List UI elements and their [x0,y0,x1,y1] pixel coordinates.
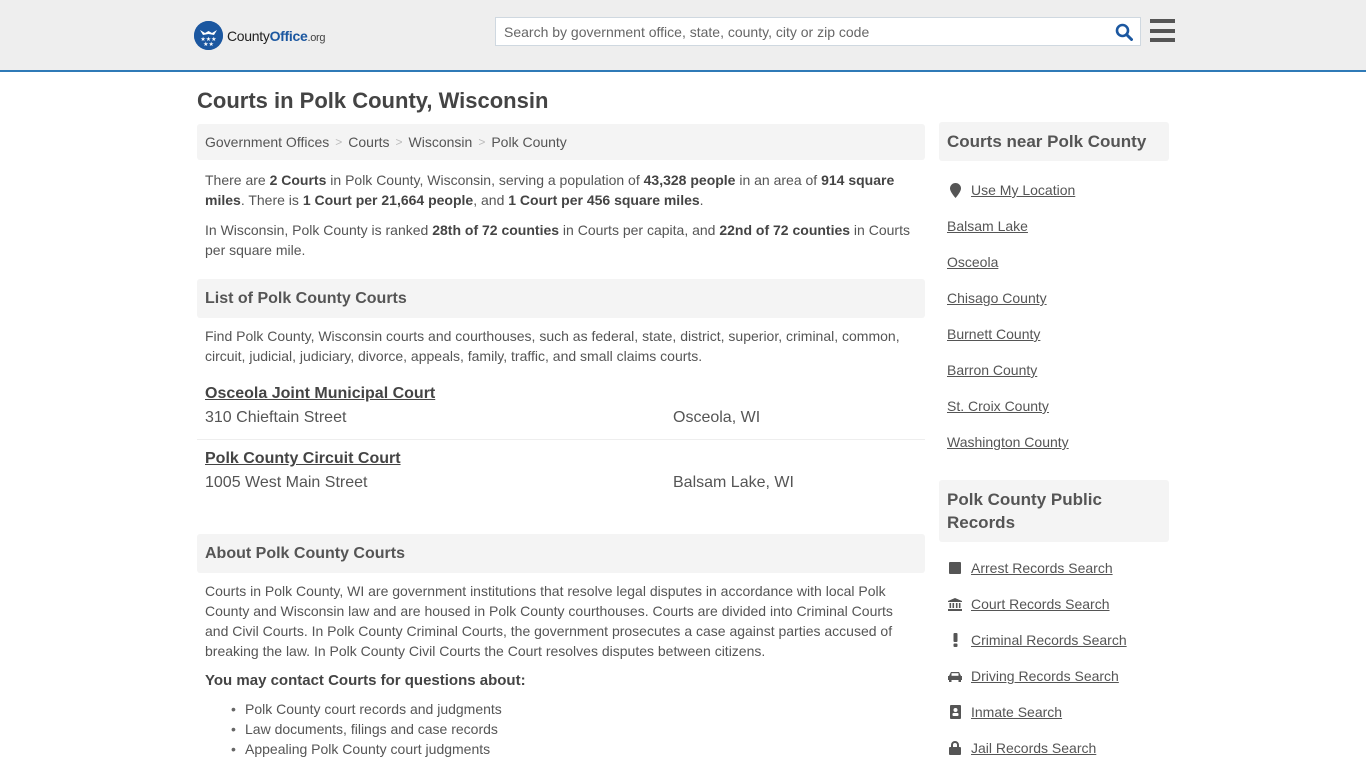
about-section-heading: About Polk County Courts [197,534,925,573]
highlight-stat: 1 Court per 456 square miles [508,192,700,208]
breadcrumb-wisconsin[interactable]: Wisconsin [409,134,473,150]
nearby-link-balsam-lake[interactable]: Balsam Lake [947,208,1161,244]
jail-records-link[interactable]: Jail Records Search [947,730,1161,766]
breadcrumb-courts[interactable]: Courts [348,134,389,150]
highlight-stat: 2 Courts [269,172,327,188]
court-list-item: Polk County Circuit Court 1005 West Main… [197,449,925,493]
courthouse-icon [947,597,963,611]
nearby-list: Use My Location Balsam Lake Osceola Chis… [939,172,1169,460]
exclamation-icon [947,633,963,647]
criminal-records-link[interactable]: Criminal Records Search [947,622,1161,658]
breadcrumb: Government Offices > Courts > Wisconsin … [197,124,925,160]
contact-list-item: Appealing Polk County court judgments [231,739,925,759]
link-label: Inmate Search [971,704,1063,720]
search-button[interactable] [1108,18,1140,45]
court-street: 310 Chieftain Street [205,409,347,426]
main-content: Government Offices > Courts > Wisconsin … [197,124,925,759]
link-label: Jail Records Search [971,740,1097,756]
court-list-item: Osceola Joint Municipal Court 310 Chieft… [197,384,925,428]
search-input[interactable] [496,18,1108,45]
court-street: 1005 West Main Street [205,474,368,491]
site-logo[interactable]: ★★★ ★★ CountyOffice.org [194,21,326,50]
breadcrumb-polk-county[interactable]: Polk County [491,134,566,150]
text-run: , and [473,192,509,208]
nearby-link-st-croix-county[interactable]: St. Croix County [947,388,1161,424]
contact-list-item: Law documents, filings and case records [231,719,925,739]
highlight-stat: 28th of 72 counties [432,222,560,238]
breadcrumb-separator: > [478,135,486,149]
breadcrumb-separator: > [335,135,343,149]
link-label: Driving Records Search [971,668,1119,684]
hamburger-menu-icon[interactable] [1150,19,1175,42]
text-run: in an area of [735,172,822,188]
link-label: Criminal Records Search [971,632,1127,648]
svg-text:★★: ★★ [203,41,214,48]
contact-list: Polk County court records and judgments … [197,699,925,759]
text-run: . [699,192,704,208]
ranking-paragraph: In Wisconsin, Polk County is ranked 28th… [197,220,925,260]
highlight-stat: 22nd of 72 counties [719,222,851,238]
site-header: ★★★ ★★ CountyOffice.org [0,0,1366,72]
arrest-records-link[interactable]: Arrest Records Search [947,550,1161,586]
nearby-link-burnett-county[interactable]: Burnett County [947,316,1161,352]
highlight-stat: 43,328 people [643,172,736,188]
court-city: Osceola, WI [673,409,761,426]
use-my-location-label: Use My Location [971,182,1076,198]
nearby-link-osceola[interactable]: Osceola [947,244,1161,280]
inmate-search-link[interactable]: Inmate Search [947,694,1161,730]
text-run: in Courts per capita, and [559,222,720,238]
map-marker-icon [947,182,963,198]
list-section-heading: List of Polk County Courts [197,279,925,318]
nearby-link-barron-county[interactable]: Barron County [947,352,1161,388]
list-intro-text: Find Polk County, Wisconsin courts and c… [205,328,900,364]
text-run: There are [205,172,270,188]
page-title: Courts in Polk County, Wisconsin [197,88,549,113]
summary-paragraph: There are 2 Courts in Polk County, Wisco… [197,170,925,210]
contact-list-item: Polk County court records and judgments [231,699,925,719]
court-name-link[interactable]: Osceola Joint Municipal Court [205,384,435,404]
divider [197,439,925,440]
id-badge-icon [947,705,963,719]
car-icon [947,671,963,682]
link-label: Court Records Search [971,596,1110,612]
records-list: Arrest Records Search Court Records Sear… [939,550,1169,766]
nearby-link-washington-county[interactable]: Washington County [947,424,1161,460]
nearby-link-chisago-county[interactable]: Chisago County [947,280,1161,316]
link-label: Arrest Records Search [971,560,1113,576]
driving-records-link[interactable]: Driving Records Search [947,658,1161,694]
text-run: . There is [240,192,303,208]
logo-eagle-icon: ★★★ ★★ [194,21,223,50]
breadcrumb-government-offices[interactable]: Government Offices [205,134,329,150]
search-icon [1115,23,1133,41]
sidebar: Courts near Polk County Use My Location … [939,122,1169,766]
use-my-location-link[interactable]: Use My Location [947,172,1161,208]
search-bar [495,17,1141,46]
contact-heading: You may contact Courts for questions abo… [205,672,526,689]
text-run: In Wisconsin, Polk County is ranked [205,222,433,238]
nearby-courts-heading: Courts near Polk County [939,122,1169,161]
court-records-link[interactable]: Court Records Search [947,586,1161,622]
breadcrumb-separator: > [395,135,403,149]
public-records-heading: Polk County Public Records [939,480,1169,542]
lock-icon [947,741,963,755]
square-icon [947,562,963,574]
court-city: Balsam Lake, WI [673,474,794,491]
highlight-stat: 1 Court per 21,664 people [302,192,474,208]
logo-text: CountyOffice.org [227,27,326,44]
about-text: Courts in Polk County, WI are government… [205,583,893,659]
court-name-link[interactable]: Polk County Circuit Court [205,449,401,469]
text-run: in Polk County, Wisconsin, serving a pop… [326,172,644,188]
